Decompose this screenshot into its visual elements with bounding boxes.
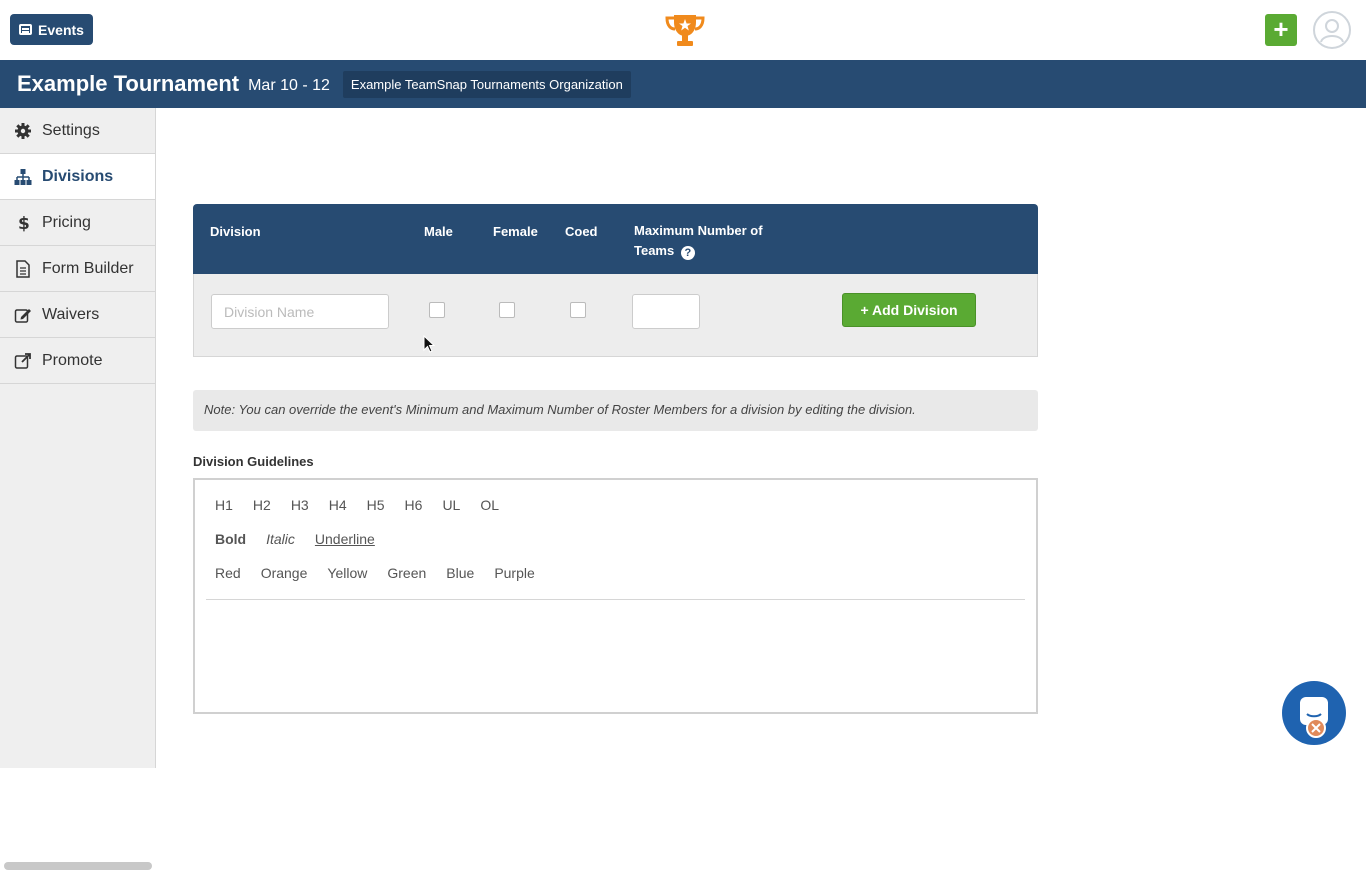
- events-button-label: Events: [38, 21, 84, 38]
- top-bar: Events +: [0, 0, 1366, 60]
- toolbar-blue-button[interactable]: Blue: [446, 565, 474, 581]
- add-division-button[interactable]: + Add Division: [842, 293, 976, 327]
- editor-divider: [206, 599, 1025, 600]
- column-header-male: Male: [424, 224, 453, 239]
- division-name-input[interactable]: [211, 294, 389, 329]
- toolbar-h6-button[interactable]: H6: [405, 497, 423, 513]
- sidebar-item-promote[interactable]: Promote: [0, 338, 155, 384]
- question-circle-icon[interactable]: ?: [680, 246, 695, 260]
- max-teams-input[interactable]: [632, 294, 700, 329]
- toolbar-green-button[interactable]: Green: [387, 565, 426, 581]
- sidebar-item-divisions[interactable]: Divisions: [0, 154, 155, 200]
- toolbar-underline-button[interactable]: Underline: [315, 531, 375, 547]
- sidebar-item-label: Pricing: [42, 213, 91, 231]
- trophy-icon: [665, 15, 705, 46]
- toolbar-italic-button[interactable]: Italic: [266, 531, 295, 547]
- toolbar-bold-button[interactable]: Bold: [215, 531, 246, 547]
- new-division-row: + Add Division: [193, 274, 1038, 357]
- toolbar-ol-button[interactable]: OL: [480, 497, 499, 513]
- color-toolbar: Red Orange Yellow Green Blue Purple: [215, 565, 555, 581]
- column-header-division: Division: [210, 224, 261, 239]
- chat-icon: [1300, 697, 1328, 738]
- sidebar-item-waivers[interactable]: Waivers: [0, 292, 155, 338]
- events-button[interactable]: Events: [10, 14, 93, 45]
- tournament-dates: Mar 10 - 12: [248, 77, 330, 94]
- sidebar-item-label: Waivers: [42, 305, 100, 323]
- document-icon: [16, 259, 30, 278]
- sidebar-item-label: Promote: [42, 351, 103, 369]
- toolbar-h3-button[interactable]: H3: [291, 497, 309, 513]
- division-guidelines-editor[interactable]: H1 H2 H3 H4 H5 H6 UL OL Bold Italic Unde…: [193, 478, 1038, 714]
- toolbar-orange-button[interactable]: Orange: [261, 565, 308, 581]
- page-title: Example Tournament: [17, 71, 240, 96]
- mouse-cursor-icon: [423, 335, 435, 353]
- sidebar: Settings Divisions $ Pricing Form Builde…: [0, 108, 156, 870]
- toolbar-yellow-button[interactable]: Yellow: [327, 565, 367, 581]
- sidebar-item-form-builder[interactable]: Form Builder: [0, 246, 155, 292]
- division-guidelines-label: Division Guidelines: [193, 454, 314, 469]
- format-toolbar: Bold Italic Underline: [215, 531, 395, 547]
- toolbar-h4-button[interactable]: H4: [329, 497, 347, 513]
- toolbar-h2-button[interactable]: H2: [253, 497, 271, 513]
- events-list-icon: [19, 24, 33, 35]
- external-link-icon: [14, 352, 31, 369]
- add-button[interactable]: +: [1265, 14, 1297, 46]
- male-checkbox[interactable]: [429, 302, 445, 318]
- toolbar-h1-button[interactable]: H1: [215, 497, 233, 513]
- female-checkbox[interactable]: [499, 302, 515, 318]
- organization-badge[interactable]: Example TeamSnap Tournaments Organizatio…: [342, 70, 631, 98]
- toolbar-red-button[interactable]: Red: [215, 565, 241, 581]
- horizontal-scrollbar[interactable]: [4, 862, 152, 870]
- edit-icon: [14, 308, 31, 323]
- sidebar-item-pricing[interactable]: $ Pricing: [0, 200, 155, 246]
- sidebar-item-label: Divisions: [42, 167, 114, 185]
- tournament-header: Example Tournament Mar 10 - 12 Example T…: [0, 60, 1366, 108]
- toolbar-purple-button[interactable]: Purple: [494, 565, 534, 581]
- toolbar-ul-button[interactable]: UL: [442, 497, 460, 513]
- sidebar-item-settings[interactable]: Settings: [0, 108, 155, 154]
- column-header-max-teams: Maximum Number of Teams ?: [634, 221, 763, 261]
- gear-icon: [15, 122, 31, 139]
- sitemap-icon: [14, 168, 32, 185]
- toolbar-h5-button[interactable]: H5: [367, 497, 385, 513]
- column-header-female: Female: [493, 224, 538, 239]
- sidebar-item-label: Settings: [42, 121, 100, 139]
- divisions-table-header: Division Male Female Coed Maximum Number…: [193, 204, 1038, 274]
- roster-note: Note: You can override the event's Minim…: [193, 390, 1038, 431]
- svg-text:$: $: [18, 214, 30, 232]
- dollar-icon: $: [18, 214, 30, 232]
- coed-checkbox[interactable]: [570, 302, 586, 318]
- chat-widget[interactable]: [1282, 681, 1346, 745]
- sidebar-item-label: Form Builder: [42, 259, 134, 277]
- heading-toolbar: H1 H2 H3 H4 H5 H6 UL OL: [215, 497, 519, 513]
- user-avatar-icon[interactable]: [1313, 11, 1351, 49]
- column-header-coed: Coed: [565, 224, 598, 239]
- column-header-max-teams-line2: Teams: [634, 243, 675, 258]
- column-header-max-teams-line1: Maximum Number of: [634, 223, 763, 238]
